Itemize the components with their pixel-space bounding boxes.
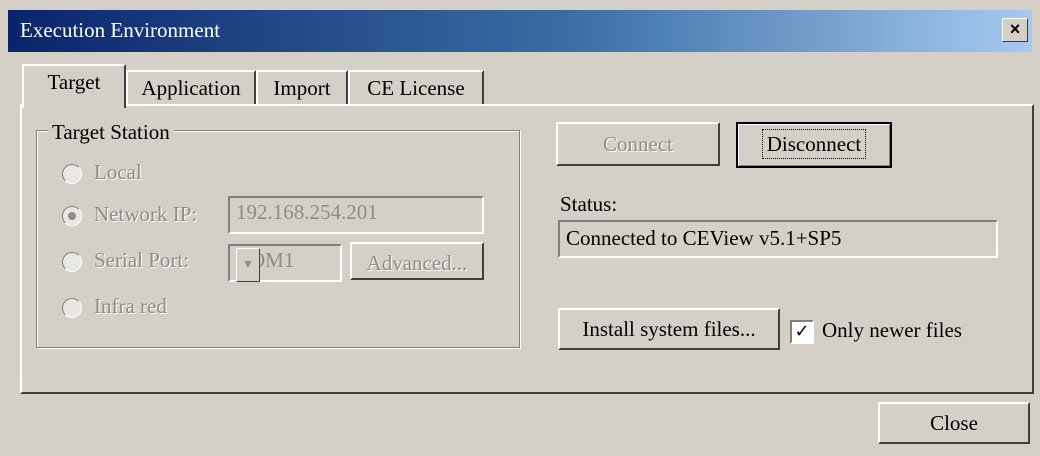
- close-button[interactable]: Close: [878, 402, 1030, 444]
- target-station-title: Target Station: [48, 120, 174, 145]
- connect-button[interactable]: Connect: [556, 122, 720, 166]
- tab-target[interactable]: Target: [22, 64, 126, 108]
- tab-application[interactable]: Application: [126, 70, 256, 106]
- advanced-button[interactable]: Advanced...: [350, 242, 484, 280]
- radio-network-ip-label: Network IP:: [94, 202, 198, 226]
- status-field: Connected to CEView v5.1+SP5: [558, 220, 998, 258]
- radio-button-icon: [62, 164, 82, 184]
- radio-serial-port-label: Serial Port:: [94, 248, 190, 272]
- chevron-down-icon[interactable]: ▼: [236, 248, 260, 282]
- radio-selected-icon: [62, 206, 82, 226]
- checkmark-icon: ✓: [794, 321, 810, 342]
- install-system-files-button[interactable]: Install system files...: [558, 308, 780, 350]
- execution-environment-dialog: Execution Environment × Target Applicati…: [0, 0, 1040, 456]
- tab-ce-license[interactable]: CE License: [348, 70, 484, 106]
- only-newer-checkbox[interactable]: ✓: [790, 320, 814, 344]
- radio-local-label: Local: [94, 160, 142, 184]
- close-window-icon[interactable]: ×: [1002, 18, 1028, 42]
- status-value: Connected to CEView v5.1+SP5: [566, 226, 842, 250]
- title-bar: Execution Environment ×: [8, 10, 1032, 52]
- window-title: Execution Environment: [20, 18, 221, 42]
- serial-port-combo[interactable]: COM1 ▼: [228, 244, 342, 282]
- radio-button-icon: [62, 298, 82, 318]
- radio-infra-red-label: Infra red: [94, 294, 167, 318]
- status-label: Status:: [560, 192, 618, 216]
- tab-import[interactable]: Import: [256, 70, 348, 106]
- only-newer-label[interactable]: Only newer files: [822, 318, 962, 343]
- disconnect-button-label: Disconnect: [761, 129, 867, 159]
- network-ip-value: 192.168.254.201: [236, 200, 378, 224]
- network-ip-field[interactable]: 192.168.254.201: [228, 196, 484, 234]
- radio-button-icon: [62, 252, 82, 272]
- disconnect-button[interactable]: Disconnect: [736, 122, 892, 168]
